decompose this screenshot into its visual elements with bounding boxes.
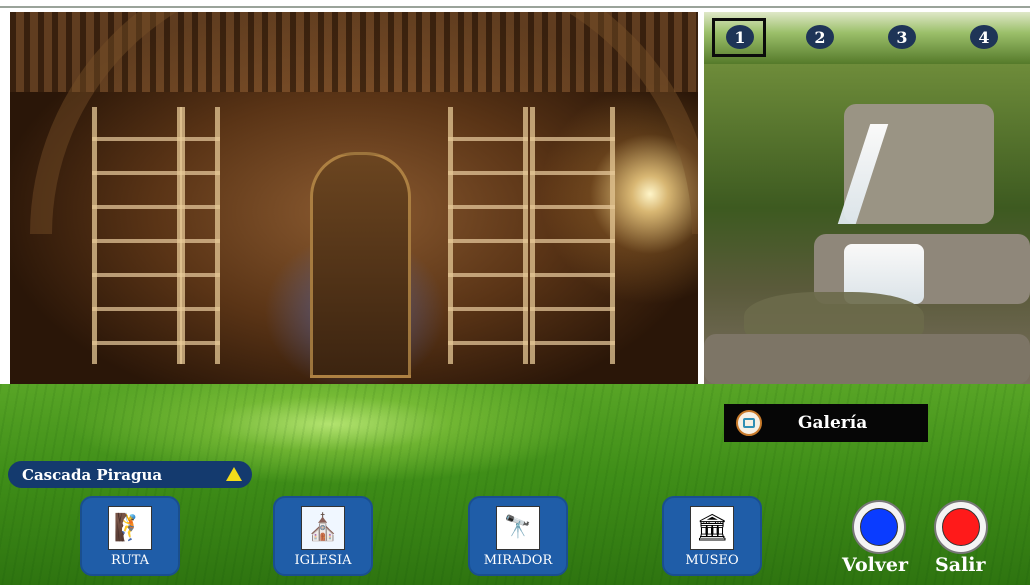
app-window: 1 2 3 4 Galería Cascada Piragua 🧗 RUTA ⛪ (0, 0, 1030, 585)
church-icon: ⛪ (301, 506, 345, 550)
video-scaffold-left (92, 107, 182, 364)
location-selector[interactable]: Cascada Piragua (8, 461, 252, 488)
video-scaffold-left-inner (180, 107, 220, 364)
gallery-thumb-3[interactable]: 3 (888, 25, 916, 49)
back-button[interactable] (852, 500, 906, 554)
video-scaffold-right-inner (448, 107, 528, 364)
museum-icon: 🏛 (690, 506, 734, 550)
exit-button-core (942, 508, 980, 546)
iglesia-button-label: IGLESIA (294, 553, 352, 568)
camera-icon (736, 410, 762, 436)
video-scaffold-right (530, 107, 615, 364)
location-label: Cascada Piragua (22, 465, 163, 484)
top-border (0, 0, 1030, 8)
gallery-thumb-2[interactable]: 2 (806, 25, 834, 49)
museo-button-label: MUSEO (685, 553, 739, 568)
triangle-up-icon[interactable] (226, 467, 242, 481)
ruta-button[interactable]: 🧗 RUTA (80, 496, 180, 576)
ruta-button-label: RUTA (110, 553, 150, 568)
photo-riverbed (704, 334, 1030, 384)
exit-button-label: Salir (935, 554, 986, 576)
gallery-thumbnail-strip: 1 2 3 4 (704, 12, 1030, 64)
hiker-map-icon: 🧗 (108, 506, 152, 550)
gallery-button[interactable]: Galería (724, 404, 928, 442)
back-button-core (860, 508, 898, 546)
video-altar (310, 152, 411, 378)
back-button-label: Volver (842, 554, 909, 576)
waterfall-photo (704, 64, 1030, 384)
gallery-button-label: Galería (798, 413, 868, 433)
gallery-photo-panel: 1 2 3 4 (704, 12, 1030, 384)
museo-button[interactable]: 🏛 MUSEO (662, 496, 762, 576)
church-video-player[interactable] (10, 12, 698, 384)
exit-button[interactable] (934, 500, 988, 554)
gallery-thumb-4[interactable]: 4 (970, 25, 998, 49)
mirador-button-label: MIRADOR (483, 553, 553, 568)
iglesia-button[interactable]: ⛪ IGLESIA (273, 496, 373, 576)
gallery-thumb-1[interactable]: 1 (726, 25, 754, 49)
mirador-button[interactable]: 🔭 MIRADOR (468, 496, 568, 576)
binoculars-icon: 🔭 (496, 506, 540, 550)
